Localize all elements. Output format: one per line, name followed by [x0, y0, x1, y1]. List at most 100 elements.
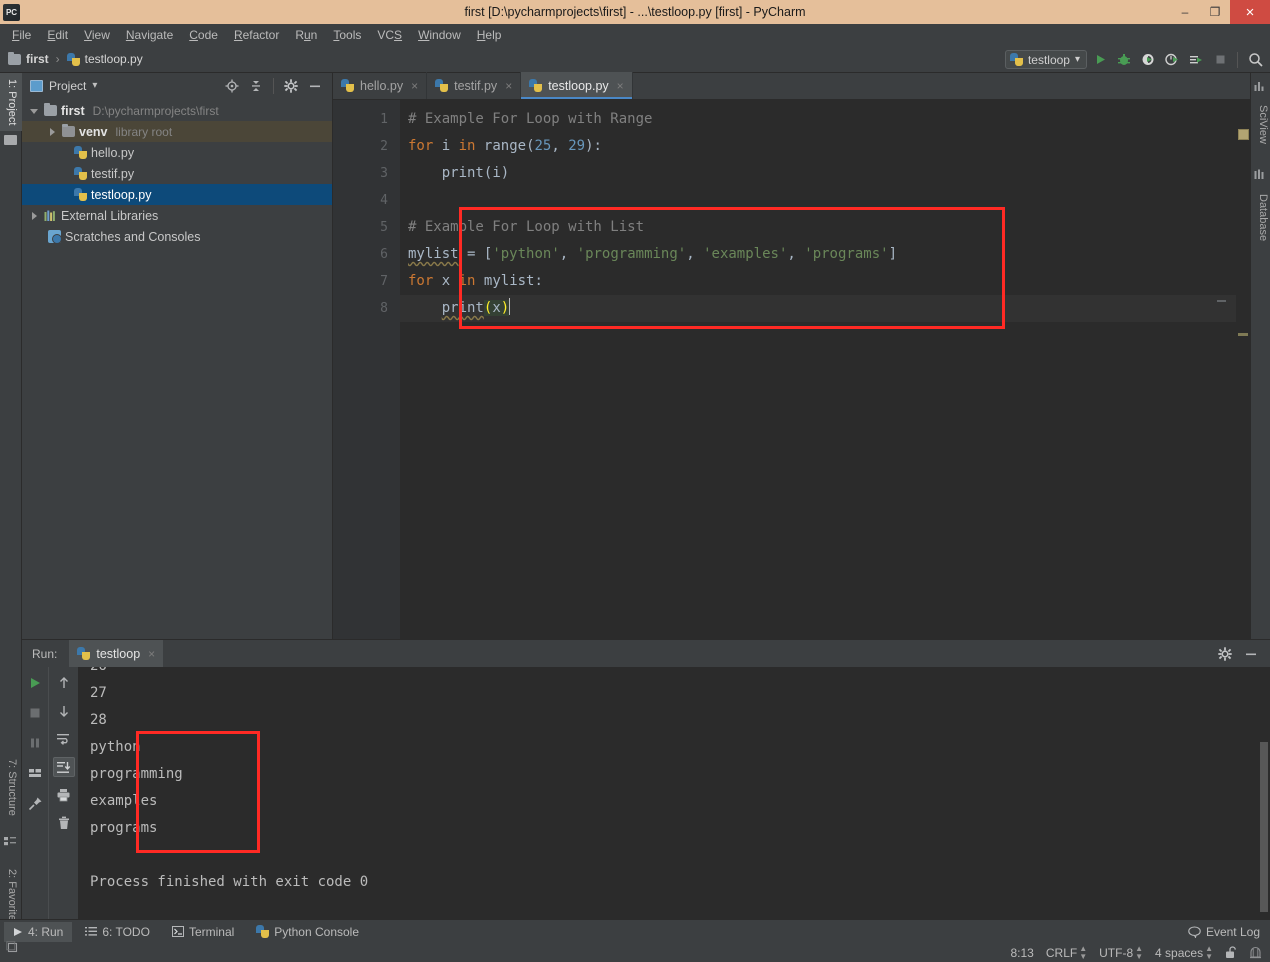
hide-panel-icon[interactable] [304, 76, 326, 96]
tab-testif-py[interactable]: testif.py × [427, 72, 522, 99]
debug-button[interactable] [1113, 49, 1135, 70]
menu-help[interactable]: Help [469, 25, 510, 45]
layout-icon[interactable] [24, 763, 46, 783]
sidebar-item-database[interactable]: Database [1251, 188, 1270, 247]
hide-panel-icon[interactable] [1240, 644, 1262, 664]
menu-vcs[interactable]: VCS [369, 25, 410, 45]
pin-icon[interactable] [24, 793, 46, 813]
settings-gear-icon[interactable] [280, 76, 302, 96]
settings-gear-icon[interactable] [1214, 644, 1236, 664]
trash-icon[interactable] [53, 813, 75, 833]
sidebar-item-sciview[interactable]: SciView [1251, 99, 1270, 150]
menu-tools[interactable]: Tools [325, 25, 369, 45]
console-output[interactable]: 26 27 28 python programming examples pro… [78, 667, 1270, 919]
tree-row-external-libraries[interactable]: External Libraries [22, 205, 332, 226]
run-button[interactable] [1089, 49, 1111, 70]
menu-edit[interactable]: Edit [39, 25, 76, 45]
minimize-button[interactable]: – [1170, 0, 1200, 24]
tab-label: hello.py [360, 78, 404, 93]
run-with-coverage-button[interactable] [1137, 49, 1159, 70]
hector-inspection-icon[interactable] [1249, 946, 1262, 959]
code-line-6: mylist = ['python', 'programming', 'exam… [408, 246, 897, 262]
navigation-bar: first › testloop.py testloop ▾ [0, 46, 1270, 73]
menu-code[interactable]: Code [181, 25, 226, 45]
tab-hello-py[interactable]: hello.py × [333, 72, 428, 99]
stop-button[interactable] [1209, 49, 1231, 70]
menu-file[interactable]: File [4, 25, 39, 45]
close-icon[interactable]: × [617, 79, 624, 93]
run-tab-testloop[interactable]: testloop × [69, 640, 164, 667]
status-bar-right: 8:13 CRLF ▲ ▼ UTF-8 ▲ ▼ 4 spaces ▲ ▼ [1011, 944, 1270, 961]
code-editor[interactable]: 1 2 3 4 5 6 7 8 # Example For Loop with … [333, 100, 1250, 639]
pause-icon[interactable] [24, 733, 46, 753]
menu-window[interactable]: Window [410, 25, 469, 45]
tree-row-venv[interactable]: venv library root [22, 121, 332, 142]
console-scrollbar[interactable] [1257, 667, 1270, 919]
breadcrumb-file[interactable]: testloop.py [85, 52, 143, 66]
inspection-status-marker[interactable] [1238, 129, 1249, 140]
up-arrow-icon[interactable] [53, 673, 75, 693]
right-rail-label-sciview: SciView [1257, 105, 1269, 144]
status-button-terminal[interactable]: Terminal [163, 922, 243, 942]
editor-scrollbar[interactable] [1236, 127, 1250, 639]
line-number: 7 [380, 274, 388, 289]
file-encoding[interactable]: UTF-8 ▲ ▼ [1099, 944, 1143, 961]
close-icon[interactable]: × [505, 79, 512, 93]
window-title: first [D:\pycharmprojects\first] - ...\t… [464, 5, 806, 19]
chevron-right-icon[interactable] [48, 127, 58, 137]
python-file-icon [341, 79, 354, 92]
tree-row-hello[interactable]: hello.py [22, 142, 332, 163]
tree-label: hello.py [91, 145, 135, 160]
rerun-icon[interactable] [24, 673, 46, 693]
caret-position[interactable]: 8:13 [1011, 946, 1034, 960]
search-everywhere-icon[interactable] [1244, 49, 1266, 70]
code-text-area[interactable]: # Example For Loop with Range for i in r… [400, 100, 1250, 639]
sidebar-item-project[interactable]: 1: Project [0, 73, 22, 132]
tree-label: first [61, 103, 85, 118]
run-configuration-selector[interactable]: testloop ▾ [1004, 50, 1087, 69]
code-line-2: for i in range(25, 29): [408, 138, 602, 154]
sidebar-item-structure[interactable]: 7: Structure [0, 753, 22, 822]
tree-row-testif[interactable]: testif.py [22, 163, 332, 184]
run-with-console-button[interactable] [1185, 49, 1207, 70]
file-encoding-label: UTF-8 [1099, 945, 1134, 960]
unlocked-padlock-icon[interactable] [1225, 946, 1237, 959]
scroll-to-end-icon[interactable] [52, 757, 75, 777]
print-icon[interactable] [53, 785, 75, 805]
close-icon[interactable]: × [148, 647, 155, 661]
menu-view[interactable]: View [76, 25, 118, 45]
breadcrumb-project[interactable]: first [26, 52, 49, 66]
maximize-button[interactable]: ❐ [1200, 0, 1230, 24]
close-icon[interactable]: × [411, 79, 418, 93]
indent-setting[interactable]: 4 spaces ▲ ▼ [1155, 944, 1213, 961]
tab-testloop-py[interactable]: testloop.py × [521, 72, 633, 99]
status-button-run[interactable]: 4: Run [4, 921, 73, 942]
tree-row-scratches[interactable]: Scratches and Consoles [22, 226, 332, 247]
tree-row-first[interactable]: first D:\pycharmprojects\first [22, 100, 332, 121]
close-button[interactable]: × [1230, 0, 1270, 24]
window-restore-icon[interactable] [6, 941, 20, 955]
console-scrollbar-thumb[interactable] [1260, 742, 1268, 912]
locate-icon[interactable] [221, 76, 243, 96]
collapse-all-icon[interactable] [245, 76, 267, 96]
code-line-8: print(x) [400, 295, 1250, 322]
stop-icon[interactable] [24, 703, 46, 723]
profile-button[interactable] [1161, 49, 1183, 70]
project-chevron-down-icon[interactable]: ▾ [92, 80, 97, 91]
down-arrow-icon[interactable] [53, 701, 75, 721]
menu-refactor[interactable]: Refactor [226, 25, 287, 45]
title-bar: PC first [D:\pycharmprojects\first] - ..… [0, 0, 1270, 24]
menu-navigate[interactable]: Navigate [118, 25, 181, 45]
line-separator[interactable]: CRLF ▲ ▼ [1046, 944, 1087, 961]
status-button-todo[interactable]: 6: TODO [76, 922, 159, 942]
menu-run[interactable]: Run [287, 25, 325, 45]
code-fold-marker[interactable] [1217, 300, 1226, 302]
status-button-python-console[interactable]: Python Console [247, 922, 368, 942]
sciview-icon [1254, 81, 1268, 95]
soft-wrap-icon[interactable] [53, 729, 75, 749]
chevron-down-icon[interactable] [30, 106, 40, 116]
tree-row-testloop[interactable]: testloop.py [22, 184, 332, 205]
line-number: 3 [380, 166, 388, 181]
chevron-right-icon[interactable] [30, 211, 40, 221]
event-log-button[interactable]: Event Log [1188, 925, 1270, 939]
